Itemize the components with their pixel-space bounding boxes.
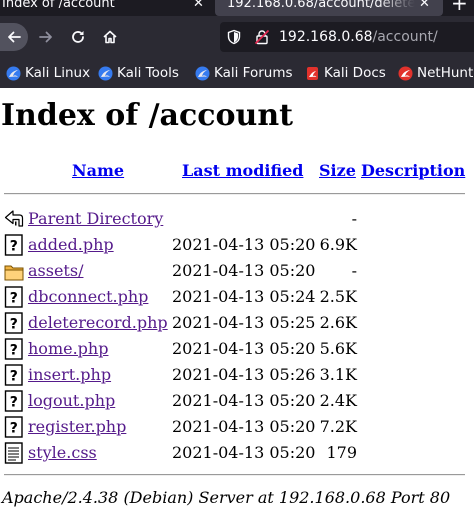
folder-icon [4, 265, 24, 281]
file-size: 2.5K [319, 287, 357, 306]
file-modified: 2021-04-13 05:20 [172, 261, 316, 280]
back-arrow-icon [4, 210, 24, 227]
home-icon [103, 30, 117, 44]
bookmarks-toolbar: Kali Linux Kali Tools Kali Forums Kali D… [0, 58, 474, 88]
bookmark-label: NetHunter [417, 65, 474, 81]
url-path: /account/ [372, 29, 438, 45]
tab-title: 192.168.0.68/account/delete [227, 0, 415, 11]
address-bar[interactable]: 192.168.0.68/account/ [220, 22, 474, 52]
close-icon[interactable]: ✕ [419, 0, 430, 16]
bookmark-label: Kali Docs [324, 65, 386, 81]
file-modified: 2021-04-13 05:20 [172, 391, 316, 410]
svg-text:?: ? [10, 317, 18, 333]
file-link-style-css[interactable]: style.css [28, 443, 97, 463]
server-signature: Apache/2.4.38 (Debian) Server at 192.168… [2, 488, 451, 507]
file-link-insert-php[interactable]: insert.php [28, 365, 111, 385]
reload-button[interactable] [64, 23, 92, 51]
file-link-register-php[interactable]: register.php [28, 417, 126, 437]
tab-title: Index of /account [2, 0, 115, 11]
kali-dragon-icon [6, 66, 21, 81]
arrow-right-icon [39, 31, 52, 43]
bookmark-label: Kali Forums [214, 65, 293, 81]
tab-index-account[interactable]: Index of /account ✕ [0, 0, 215, 16]
back-button[interactable] [0, 23, 28, 51]
svg-text:?: ? [10, 421, 18, 437]
file-size: 5.6K [319, 339, 357, 358]
home-button[interactable] [96, 23, 124, 51]
text-file-icon [4, 442, 23, 464]
file-link-added-php[interactable]: added.php [28, 235, 114, 255]
unknown-file-icon: ? [4, 234, 23, 256]
tab-delete-record[interactable]: 192.168.0.68/account/delete ✕ [215, 0, 443, 16]
kali-dragon-icon [98, 66, 113, 81]
reload-icon [72, 31, 84, 43]
url-text[interactable]: 192.168.0.68/account/ [279, 22, 438, 52]
file-size: - [351, 261, 357, 280]
svg-text:?: ? [10, 343, 18, 359]
svg-text:?: ? [10, 239, 18, 255]
tab-strip: Index of /account ✕ 192.168.0.68/account… [0, 0, 474, 16]
unknown-file-icon: ? [4, 286, 23, 308]
file-modified: 2021-04-13 05:24 [172, 287, 316, 306]
bookmark-label: Kali Linux [25, 65, 91, 81]
unknown-file-icon: ? [4, 338, 23, 360]
header-divider [4, 193, 465, 195]
file-modified: 2021-04-13 05:26 [172, 365, 316, 384]
unknown-file-icon: ? [4, 312, 23, 334]
footer-divider [4, 474, 465, 476]
url-host: 192.168.0.68 [279, 29, 373, 45]
forward-button[interactable] [32, 23, 60, 51]
column-header-description[interactable]: Description [361, 161, 465, 181]
close-icon[interactable]: ✕ [193, 0, 204, 16]
navigation-toolbar: 192.168.0.68/account/ [0, 16, 474, 58]
unknown-file-icon: ? [4, 416, 23, 438]
file-link-parent-directory[interactable]: Parent Directory [28, 209, 163, 229]
file-modified: 2021-04-13 05:20 [172, 339, 316, 358]
svg-text:?: ? [10, 395, 18, 411]
file-modified: 2021-04-13 05:20 [172, 417, 316, 436]
arrow-left-icon [8, 31, 21, 43]
column-header-size[interactable]: Size [319, 161, 356, 181]
file-link-deleterecord-php[interactable]: deleterecord.php [28, 313, 168, 333]
page-title: Index of /account [1, 98, 294, 133]
new-tab-button[interactable]: + [451, 0, 468, 16]
svg-text:?: ? [10, 369, 18, 385]
file-size: 2.6K [319, 313, 357, 332]
svg-text:?: ? [10, 291, 18, 307]
file-modified: 2021-04-13 05:20 [172, 235, 316, 254]
bookmark-label: Kali Tools [117, 65, 179, 81]
file-link-home-php[interactable]: home.php [28, 339, 108, 359]
kali-docs-icon [307, 67, 318, 80]
file-link-assets[interactable]: assets/ [28, 261, 83, 281]
file-modified: 2021-04-13 05:25 [172, 313, 316, 332]
column-header-last-modified[interactable]: Last modified [182, 161, 303, 181]
column-header-name[interactable]: Name [72, 161, 124, 181]
shield-icon[interactable] [226, 29, 242, 45]
file-size: 2.4K [319, 391, 357, 410]
kali-dragon-icon [195, 66, 210, 81]
file-size: 3.1K [319, 365, 357, 384]
file-size: 179 [326, 443, 357, 462]
unknown-file-icon: ? [4, 390, 23, 412]
file-size: 7.2K [319, 417, 357, 436]
unknown-file-icon: ? [4, 364, 23, 386]
file-size: - [351, 209, 357, 228]
insecure-lock-icon[interactable] [254, 29, 270, 45]
kali-dragon-icon [398, 66, 413, 81]
browser-chrome: Index of /account ✕ 192.168.0.68/account… [0, 0, 474, 88]
file-size: 6.9K [319, 235, 357, 254]
file-link-logout-php[interactable]: logout.php [28, 391, 115, 411]
file-link-dbconnect-php[interactable]: dbconnect.php [28, 287, 148, 307]
file-modified: 2021-04-13 05:20 [172, 443, 316, 462]
